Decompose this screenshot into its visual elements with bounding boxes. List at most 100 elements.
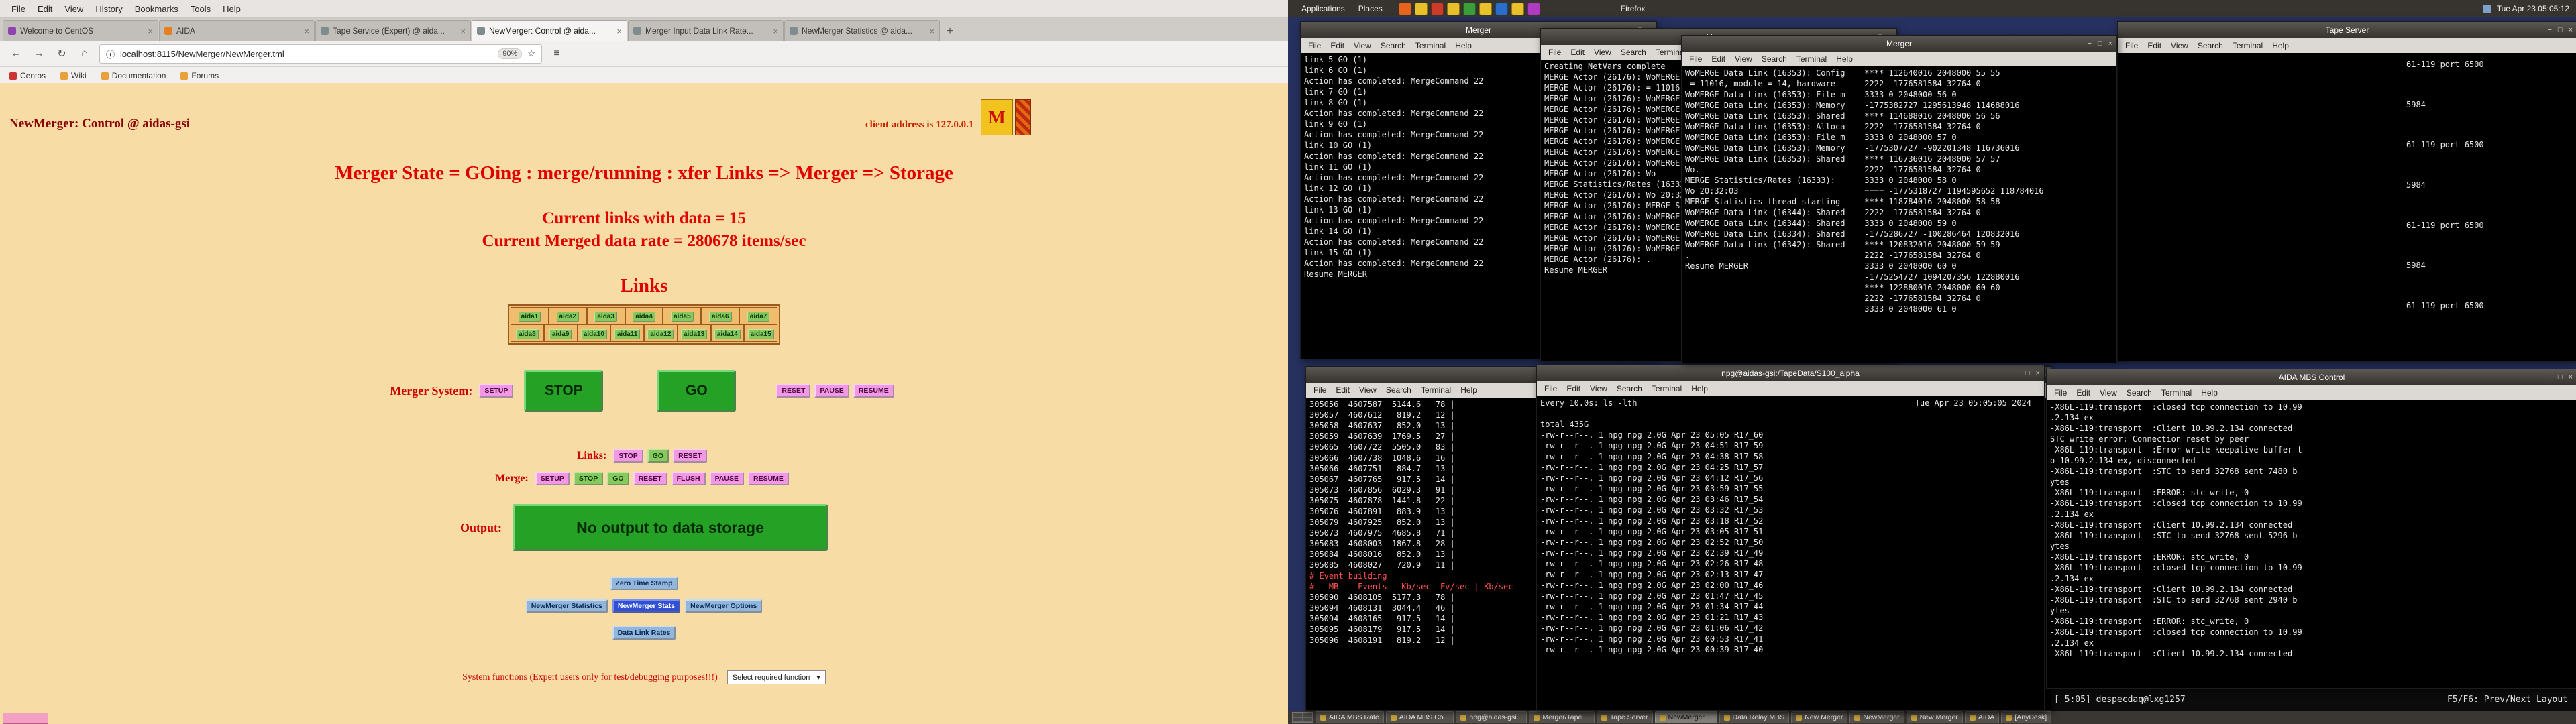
- taskbar-button-npg-aidas-gsi[interactable]: npg@aidas-gsi...: [1456, 711, 1527, 723]
- taskbar-fragment[interactable]: [3, 713, 48, 724]
- merger-go-button[interactable]: GO: [657, 370, 736, 412]
- merge-flush-button[interactable]: FLUSH: [672, 472, 706, 485]
- minimize-icon[interactable]: −: [2087, 40, 2091, 48]
- terminal-menu-view[interactable]: View: [1349, 40, 1376, 51]
- close-icon[interactable]: ×: [2569, 373, 2573, 381]
- terminal-menu-view[interactable]: View: [1585, 383, 1612, 394]
- system-functions-select[interactable]: Select required function ▾: [727, 670, 826, 684]
- terminal-menu-view[interactable]: View: [1730, 54, 1757, 64]
- terminal-menu-terminal[interactable]: Terminal: [2157, 387, 2196, 398]
- merger-reset-button[interactable]: RESET: [776, 384, 810, 398]
- url-bar[interactable]: ⓘ localhost:8115/NewMerger/NewMerger.tml…: [99, 44, 542, 64]
- terminal-menu-view[interactable]: View: [2166, 40, 2193, 51]
- merge-setup-button[interactable]: SETUP: [535, 472, 570, 485]
- forward-icon[interactable]: →: [31, 46, 47, 62]
- menu-tools[interactable]: Tools: [184, 3, 217, 15]
- taskbar-button-anydesk[interactable]: [AnyDesk]: [2001, 711, 2051, 723]
- merger-resume-button[interactable]: RESUME: [853, 384, 894, 398]
- link-button-aida13[interactable]: aida13: [681, 329, 707, 339]
- link-button-aida2[interactable]: aida2: [557, 312, 580, 322]
- terminal-menu-file[interactable]: File: [1309, 385, 1331, 396]
- merger-pause-button[interactable]: PAUSE: [814, 384, 849, 398]
- terminal-menu-file[interactable]: File: [2049, 387, 2072, 398]
- bookmark-item-centos[interactable]: Centos: [9, 71, 46, 80]
- tab-close-icon[interactable]: ×: [616, 26, 622, 36]
- back-icon[interactable]: ←: [8, 46, 24, 62]
- bookmark-star-icon[interactable]: ☆: [527, 48, 535, 59]
- launcher-icon[interactable]: [1479, 3, 1492, 15]
- window-titlebar[interactable]: npg@aidas-gsi:/TapeData/S100_alpha−□×: [1537, 365, 2044, 381]
- terminal-menu-file[interactable]: File: [1684, 54, 1707, 64]
- menu-history[interactable]: History: [89, 3, 128, 15]
- data-link-rates-button[interactable]: Data Link Rates: [612, 626, 676, 640]
- terminal-menu-file[interactable]: File: [1540, 383, 1562, 394]
- terminal-menu-edit[interactable]: Edit: [2072, 387, 2095, 398]
- terminal-menu-edit[interactable]: Edit: [1566, 47, 1589, 58]
- bookmark-item-documentation[interactable]: Documentation: [101, 71, 166, 80]
- taskbar-button-newmerger[interactable]: NewMerger ...: [1655, 711, 1717, 723]
- terminal-menu-terminal[interactable]: Terminal: [1792, 54, 1831, 64]
- tab-close-icon[interactable]: ×: [460, 26, 466, 36]
- link-button-aida7[interactable]: aida7: [747, 312, 770, 322]
- merge-stop-button[interactable]: STOP: [574, 472, 603, 485]
- maximize-icon[interactable]: □: [2558, 26, 2563, 34]
- browser-tab[interactable]: Tape Service (Expert) @ aida...×: [315, 20, 471, 41]
- terminal-menu-file[interactable]: File: [2121, 40, 2143, 51]
- maximize-icon[interactable]: □: [2025, 369, 2030, 377]
- terminal-menu-help[interactable]: Help: [1450, 40, 1477, 51]
- terminal-menu-edit[interactable]: Edit: [2143, 40, 2166, 51]
- menu-view[interactable]: View: [58, 3, 89, 15]
- terminal-menu-view[interactable]: View: [1354, 385, 1381, 396]
- terminal-menu-search[interactable]: Search: [2122, 387, 2157, 398]
- menu-edit[interactable]: Edit: [32, 3, 58, 15]
- terminal-menu-view[interactable]: View: [2095, 387, 2122, 398]
- merge-pause-button[interactable]: PAUSE: [710, 472, 744, 485]
- browser-tab[interactable]: AIDA×: [159, 20, 315, 41]
- link-button-aida5[interactable]: aida5: [671, 312, 694, 322]
- merger-setup-button[interactable]: SETUP: [479, 384, 513, 398]
- link-button-aida1[interactable]: aida1: [519, 312, 541, 322]
- terminal-menu-help[interactable]: Help: [2196, 387, 2222, 398]
- taskbar-button-tape-server[interactable]: Tape Server: [1597, 711, 1653, 723]
- site-info-icon[interactable]: ⓘ: [106, 48, 115, 60]
- hamburger-menu-icon[interactable]: ≡: [549, 46, 565, 62]
- launcher-icon[interactable]: [1399, 3, 1411, 15]
- browser-tab[interactable]: Welcome to CentOS×: [3, 20, 158, 41]
- launcher-icon[interactable]: [1511, 3, 1524, 15]
- url-text[interactable]: localhost:8115/NewMerger/NewMerger.tml: [120, 49, 492, 59]
- terminal-menu-search[interactable]: Search: [1616, 47, 1651, 58]
- newmerger-stats-button[interactable]: NewMerger Stats: [612, 599, 680, 613]
- terminal-menu-file[interactable]: File: [1303, 40, 1326, 51]
- panel-menu-applications[interactable]: Applications: [1295, 3, 1352, 15]
- terminal-menu-search[interactable]: Search: [1757, 54, 1792, 64]
- launcher-icon[interactable]: [1495, 3, 1508, 15]
- link-button-aida8[interactable]: aida8: [516, 329, 539, 339]
- link-button-aida12[interactable]: aida12: [647, 329, 674, 339]
- terminal-menu-help[interactable]: Help: [1456, 385, 1482, 396]
- close-icon[interactable]: ×: [2569, 26, 2573, 34]
- link-button-aida15[interactable]: aida15: [748, 329, 774, 339]
- terminal-menu-edit[interactable]: Edit: [1331, 385, 1354, 396]
- close-icon[interactable]: ×: [2108, 40, 2112, 48]
- minimize-icon[interactable]: −: [2547, 26, 2551, 34]
- taskbar-button-new-merger[interactable]: New Merger: [1907, 711, 1963, 723]
- tab-close-icon[interactable]: ×: [148, 26, 153, 36]
- maximize-icon[interactable]: □: [2558, 373, 2563, 381]
- new-tab-button[interactable]: +: [941, 22, 959, 41]
- zoom-level[interactable]: 90%: [498, 48, 522, 59]
- panel-menu-places[interactable]: Places: [1352, 3, 1389, 15]
- terminal-menu-help[interactable]: Help: [1686, 383, 1713, 394]
- terminal-menu-edit[interactable]: Edit: [1326, 40, 1349, 51]
- terminal-menu-file[interactable]: File: [1544, 47, 1566, 58]
- taskbar-button-aida[interactable]: AIDA: [1965, 711, 2000, 723]
- taskbar-button-aida-mbs-rate[interactable]: AIDA MBS Rate: [1316, 711, 1384, 723]
- browser-tab[interactable]: NewMerger Statistics @ aida...×: [784, 20, 940, 41]
- terminal-menu-terminal[interactable]: Terminal: [1411, 40, 1450, 51]
- links-reset-button[interactable]: RESET: [673, 449, 707, 463]
- terminal-menu-edit[interactable]: Edit: [1707, 54, 1730, 64]
- clock[interactable]: Tue Apr 23 05:05:12: [2497, 4, 2569, 13]
- taskbar-button-aida-mbs-co[interactable]: AIDA MBS Co...: [1386, 711, 1454, 723]
- output-status-button[interactable]: No output to data storage: [513, 504, 828, 551]
- menu-help[interactable]: Help: [217, 3, 247, 15]
- terminal-menu-terminal[interactable]: Terminal: [1647, 383, 1686, 394]
